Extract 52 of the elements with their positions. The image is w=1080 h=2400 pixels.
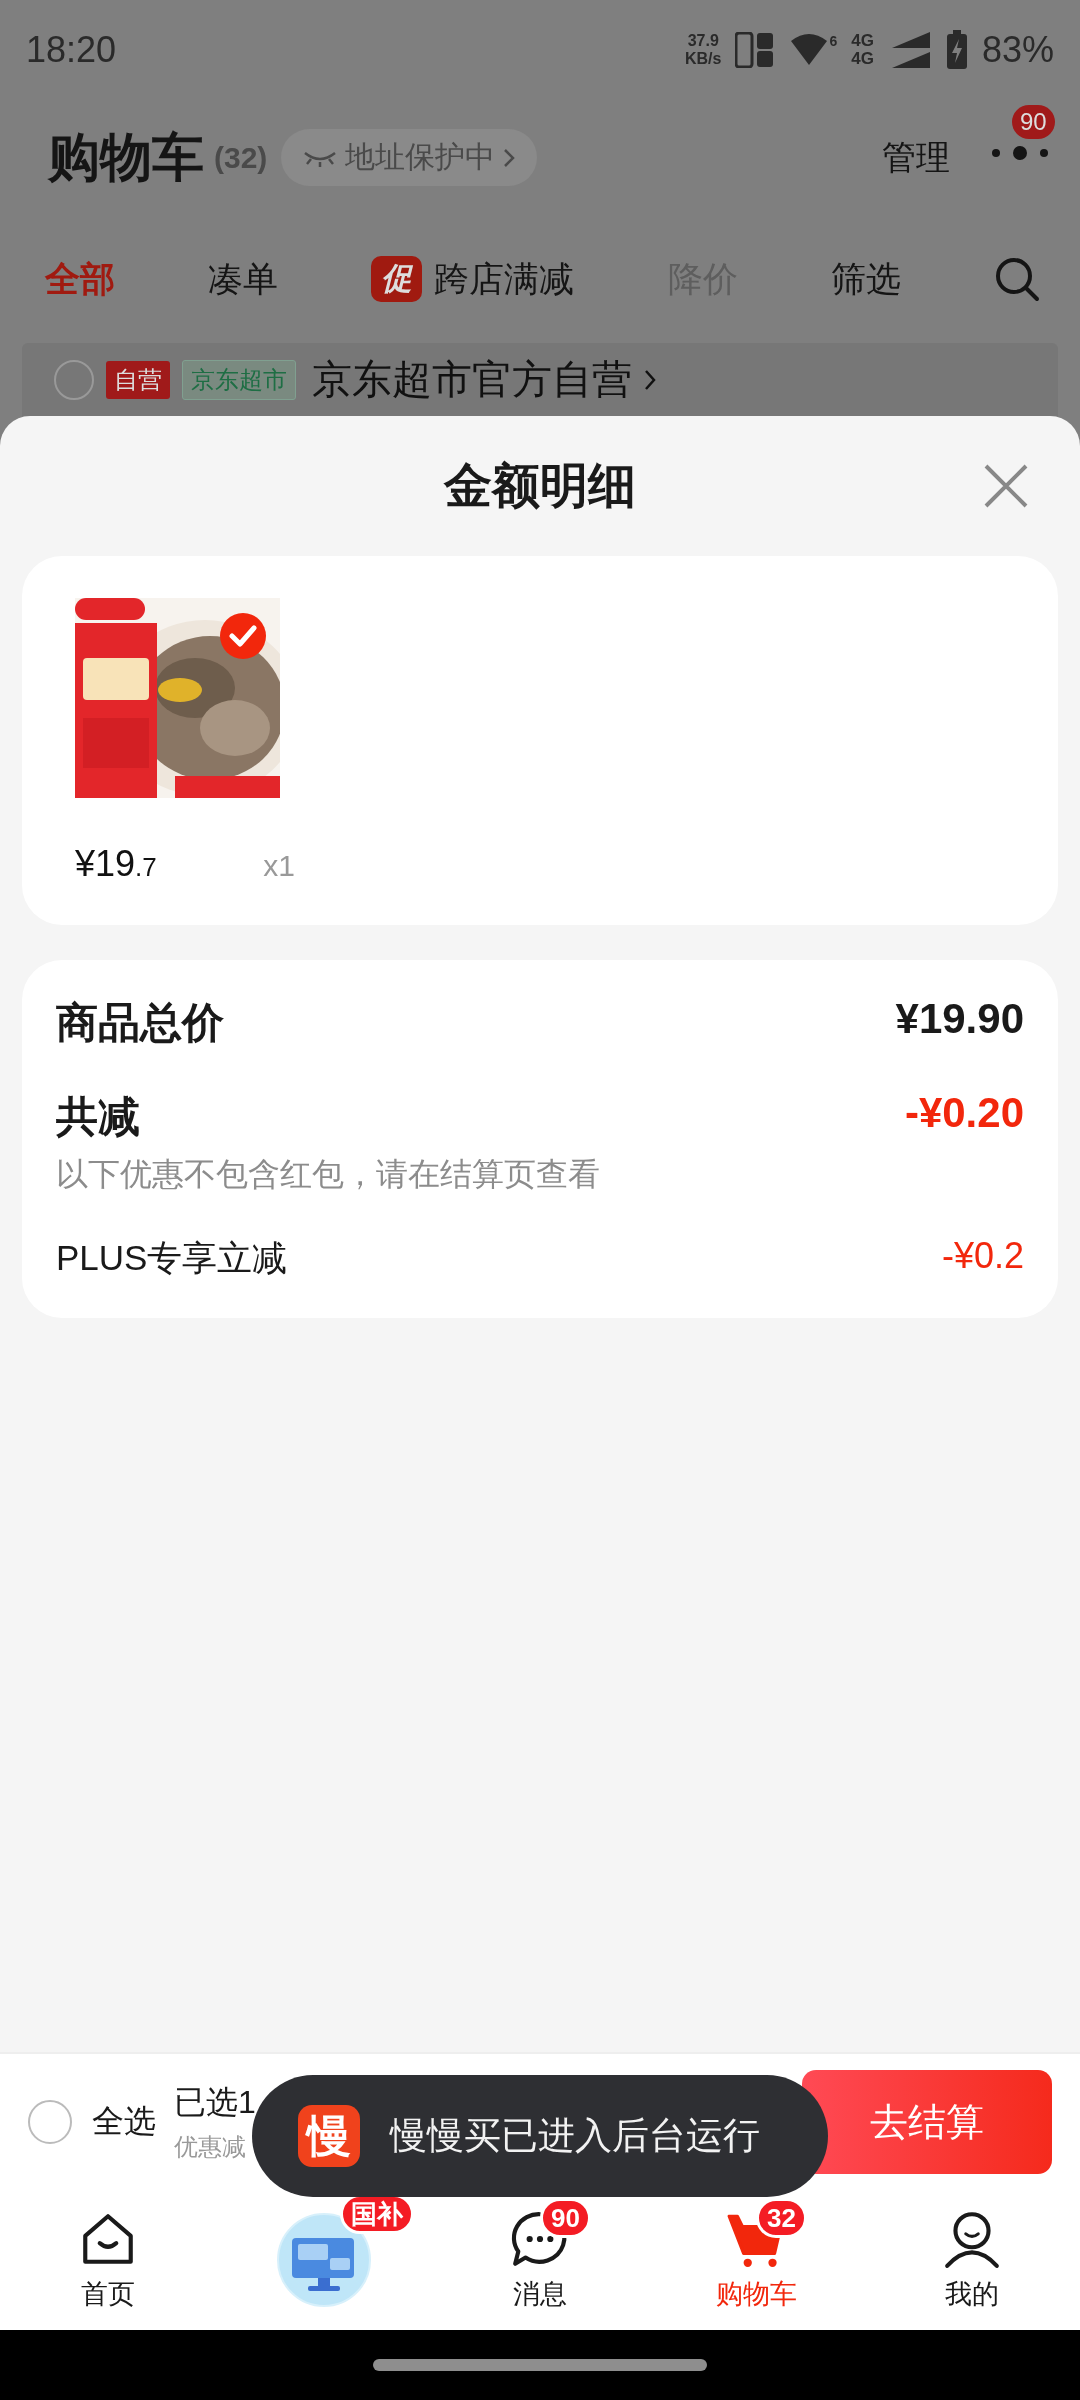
page-title: 购物车	[48, 126, 204, 188]
select-all-label[interactable]: 全选	[92, 2100, 156, 2144]
check-icon[interactable]	[220, 613, 266, 659]
battery-percent: 83%	[981, 29, 1054, 71]
discount-text: 优惠减	[174, 2132, 247, 2162]
app-icon: 慢	[298, 2105, 360, 2167]
summary-note: 以下优惠不包含红包，请在结算页查看	[56, 1155, 600, 1194]
toast-message: 慢慢买已进入后台运行	[390, 2114, 760, 2158]
search-icon[interactable]	[993, 256, 1040, 302]
network-speed: 37.9	[687, 32, 719, 50]
chevron-right-icon	[644, 368, 656, 391]
item-quantity: x1	[263, 849, 295, 883]
store-name[interactable]: 京东超市官方自营	[312, 352, 632, 407]
filter-tab[interactable]: 凑单	[208, 255, 279, 303]
home-handle[interactable]	[373, 2359, 707, 2371]
summary-amount: -¥0.2	[941, 1235, 1024, 1277]
nav-tab[interactable]: 首页	[0, 2190, 216, 2330]
network-speed-unit: KB/s	[685, 50, 722, 68]
promo-tag: 促	[371, 256, 423, 302]
item-price: ¥19	[75, 843, 136, 885]
manage-link[interactable]: 管理	[882, 134, 950, 181]
store-tag: 自营	[106, 360, 170, 399]
nav-tab[interactable]: 我的	[864, 2190, 1080, 2330]
address-protection-text: 地址保护中	[345, 139, 496, 175]
battery-charging-icon	[945, 30, 968, 70]
nav-badge: 90	[540, 2198, 591, 2238]
summary-label: 共减	[56, 1092, 141, 1142]
filter-tab[interactable]: 促 跨店满减	[371, 255, 575, 303]
item-price-decimal: .7	[135, 852, 157, 883]
network-type: 4G	[851, 32, 874, 50]
store-checkbox[interactable]	[54, 359, 94, 400]
status-time: 18:20	[26, 29, 118, 71]
selected-count: 已选1	[174, 2083, 256, 2122]
dual-sim-icon	[735, 32, 776, 68]
chevron-right-icon	[503, 147, 516, 168]
nav-tab[interactable]: 国补	[216, 2190, 432, 2330]
select-all-checkbox[interactable]	[28, 2100, 72, 2144]
summary-amount: -¥0.20	[904, 1089, 1024, 1137]
nav-badge: 32	[756, 2198, 807, 2238]
sheet-title: 金额明细	[444, 458, 636, 514]
network-type: 4G	[851, 50, 874, 68]
close-icon[interactable]	[982, 462, 1030, 510]
summary-label: PLUS专享立减	[56, 1237, 288, 1279]
wifi-label: 6	[829, 33, 838, 49]
store-tag: 京东超市	[182, 359, 296, 400]
filter-tab[interactable]: 筛选	[830, 255, 901, 303]
summary-label: 商品总价	[56, 998, 224, 1048]
checkout-button[interactable]: 去结算	[802, 2070, 1052, 2174]
wifi-icon	[789, 33, 830, 67]
notification-badge: 90	[1012, 104, 1055, 139]
summary-amount: ¥19.90	[895, 995, 1024, 1043]
address-protection-pill[interactable]: 地址保护中	[281, 129, 538, 186]
